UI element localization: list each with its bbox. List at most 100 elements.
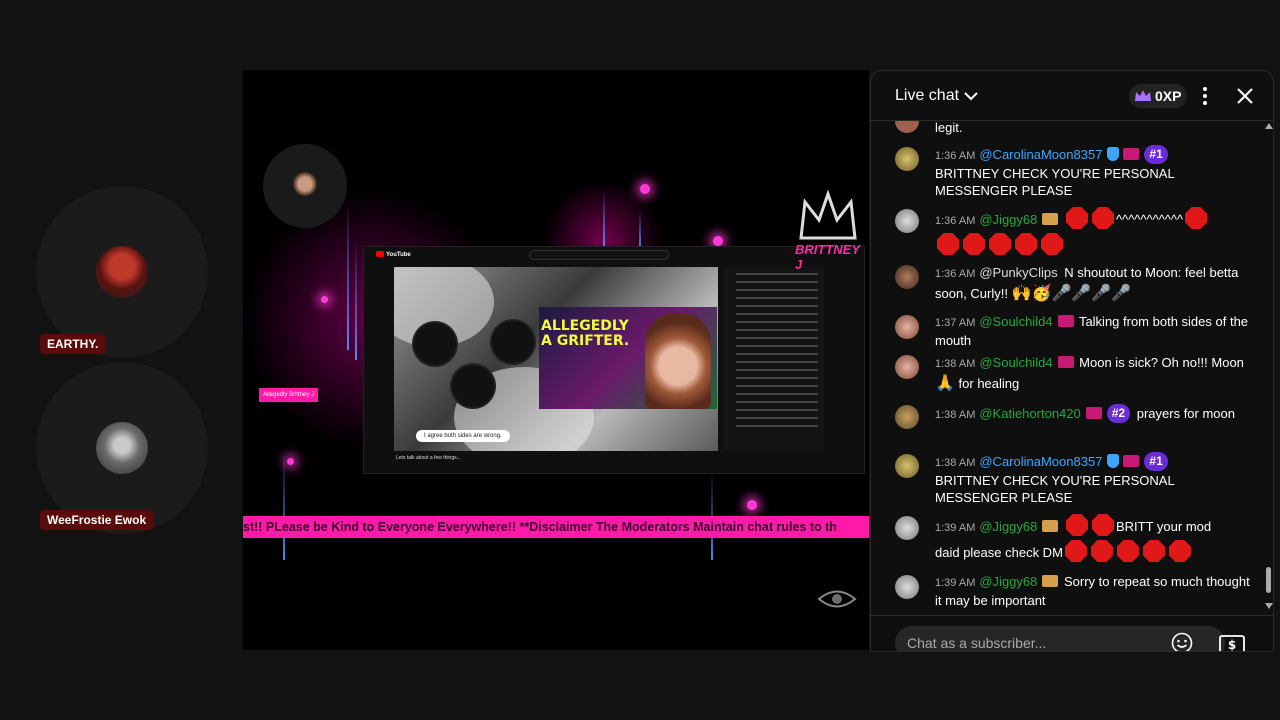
message-text: Moon is sick? Oh no!!! Moon (1079, 355, 1244, 370)
message-author[interactable]: @Soulchild4 (979, 355, 1052, 370)
member-badge-icon (1042, 575, 1059, 587)
member-badge-icon (1057, 315, 1074, 327)
dollar-icon[interactable]: $ (1217, 632, 1247, 652)
message-time: 1:39 AM (935, 522, 976, 534)
close-icon[interactable] (1234, 85, 1256, 107)
member-badge-icon (1123, 455, 1140, 467)
message-body: 1:38 AM @Soulchild4 Moon is sick? Oh no!!… (935, 353, 1255, 393)
avatar (895, 147, 919, 171)
message-text: prayers for moon (1136, 406, 1235, 421)
avatar (895, 209, 919, 233)
stream-stage: EARTHY. WeeFrostie Ewok Allegedly Brittn… (0, 0, 1280, 720)
headline-line: ALLEGEDLY (541, 318, 629, 334)
shared-screen: YouTube ALLEGEDLY A GRIFTER. I agree bot… (363, 246, 865, 474)
stop-sign-emoji (1066, 514, 1088, 536)
xp-badge[interactable]: 0XP (1129, 84, 1188, 108)
scroll-thumb[interactable] (1266, 567, 1271, 593)
message-time: 1:38 AM (935, 409, 976, 421)
member-badge-icon (1085, 407, 1102, 419)
inner-youtube-bar: YouTube (364, 247, 864, 263)
message-body: 1:37 AM @Soulchild4 Talking from both sid… (935, 313, 1255, 349)
chat-header: Live chat 0XP (871, 71, 1273, 121)
message-author[interactable]: @Jiggy68 (979, 212, 1037, 227)
chat-title[interactable]: Live chat (895, 87, 959, 105)
stop-sign-emoji (989, 233, 1011, 255)
participant-name: EARTHY. (40, 334, 106, 354)
avatar (895, 121, 919, 133)
inner-search-bar (529, 250, 669, 260)
main-video[interactable]: Allegedly Brittney J YouTube ALLEGEDLY A… (243, 70, 869, 650)
member-badge-icon (1123, 148, 1140, 160)
avatar (895, 405, 919, 429)
message-author[interactable]: @Katiehorton420 (979, 406, 1080, 421)
emoji-icon[interactable] (1171, 632, 1193, 652)
message-text: BRITT your mod (1116, 519, 1212, 534)
message-author[interactable]: @Jiggy68 (979, 574, 1037, 589)
inner-video-title: Lets talk about a few things... (396, 455, 461, 461)
raised-hands-emoji: 🙌 (1011, 285, 1032, 302)
microphone-emoji: 🎤 (1051, 285, 1072, 302)
message-body: 1:36 AM @PunkyClips N shoutout to Moon: f… (935, 263, 1255, 303)
avatar (96, 246, 148, 298)
thumbnail-face (645, 313, 711, 409)
message-time: 1:36 AM (935, 215, 976, 227)
message-body: 1:38 AM @CarolinaMoon8357 #1 BRITTNEY CHEC… (935, 452, 1255, 506)
avatar (895, 575, 919, 599)
brand-watermark: BRITTNEY J (795, 242, 860, 272)
stop-sign-emoji (1066, 207, 1088, 229)
scroll-up-icon[interactable] (1265, 123, 1273, 129)
eye-watermark-icon (817, 590, 857, 608)
rank-badge: #1 (1144, 145, 1168, 164)
chat-messages: legit. 1:36 AM @CarolinaMoon8357 #1 BRITTN… (871, 121, 1263, 615)
chevron-down-icon[interactable] (963, 89, 979, 103)
message-time: 1:36 AM (935, 150, 976, 162)
light-dot (287, 458, 294, 465)
party-face-emoji: 🥳 (1031, 285, 1052, 302)
message-text: ^^^^^^^^^^^ (1116, 212, 1184, 227)
vinyl-record (492, 321, 534, 363)
message-author[interactable]: @Jiggy68 (979, 519, 1037, 534)
message-author[interactable]: @CarolinaMoon8357 (979, 147, 1102, 162)
avatar (895, 516, 919, 540)
message-body: 1:39 AM @Jiggy68 Sorry to repeat so much … (935, 573, 1255, 609)
chat-scrollbar[interactable] (1265, 121, 1273, 615)
svg-text:$: $ (1228, 638, 1236, 652)
light-streak (639, 210, 641, 250)
participant-tile-weefrostie[interactable] (36, 362, 208, 534)
verified-badge-icon (1107, 454, 1120, 468)
chat-footer: Chat as a subscriber... $ (871, 615, 1273, 652)
stop-sign-emoji (1041, 233, 1063, 255)
light-streak (347, 200, 349, 350)
avatar (895, 265, 919, 289)
inner-video: ALLEGEDLY A GRIFTER. (394, 267, 718, 451)
live-chat-panel: Live chat 0XP legit. 1:36 AM @CarolinaMo… (870, 70, 1274, 652)
rank-badge: #1 (1144, 452, 1168, 471)
rank-badge: #2 (1106, 404, 1131, 423)
message-time: 1:38 AM (935, 358, 976, 370)
microphone-emoji: 🎤 (1111, 285, 1132, 302)
xp-value: 0XP (1155, 88, 1182, 104)
avatar (96, 422, 148, 474)
message-body: 1:38 AM @Katiehorton420 #2 prayers for moo… (935, 403, 1255, 426)
more-vert-icon[interactable] (1194, 85, 1216, 107)
message-time: 1:39 AM (935, 577, 976, 589)
crown-logo-icon (799, 189, 857, 240)
stop-sign-emoji (1092, 514, 1114, 536)
scroll-down-icon[interactable] (1265, 603, 1273, 609)
stop-sign-emoji (1116, 540, 1139, 562)
avatar (895, 315, 919, 339)
youtube-logo: YouTube (376, 251, 411, 258)
ticker-banner: st!! PLease be Kind to Everyone Everywhe… (243, 516, 869, 538)
message-author[interactable]: @CarolinaMoon8357 (979, 454, 1102, 469)
message-author[interactable]: @PunkyClips (979, 265, 1057, 280)
light-streak (603, 190, 605, 250)
streamer-avatar (263, 144, 347, 228)
light-dot (640, 184, 650, 194)
crown-icon (1135, 90, 1151, 101)
message-text: legit. (935, 121, 963, 135)
participant-tile-earthy[interactable] (36, 186, 208, 358)
praying-hands-emoji: 🙏 (935, 375, 955, 392)
message-author[interactable]: @Soulchild4 (979, 314, 1052, 329)
message-body: 1:36 AM @Jiggy68 ^^^^^^^^^^^ (935, 207, 1255, 258)
vinyl-record (452, 365, 494, 407)
